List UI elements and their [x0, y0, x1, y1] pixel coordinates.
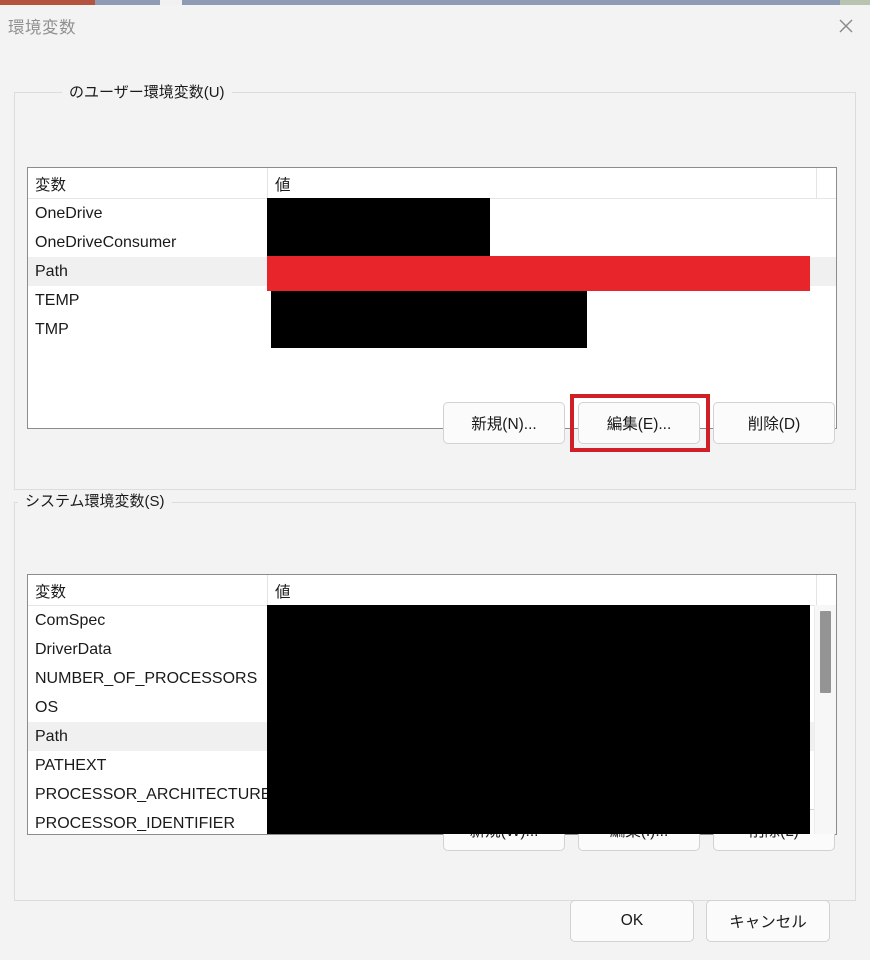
system-variables-list[interactable]: 変数 値 ComSpec DriverData NUMBER_OF_PROCES… [27, 574, 837, 835]
variable-name: Path [35, 262, 68, 280]
title-bar: 環境変数 [0, 5, 870, 47]
header-divider-1 [267, 168, 268, 198]
system-list-header: 変数 値 [28, 575, 836, 606]
redaction-bar-red [267, 256, 810, 291]
user-variables-list[interactable]: 変数 値 OneDrive OneDriveConsumer Path TEMP… [27, 167, 837, 429]
user-new-button[interactable]: 新規(N)... [443, 402, 565, 444]
system-column-header-variable[interactable]: 変数 [35, 580, 66, 602]
user-list-header: 変数 値 [28, 168, 836, 199]
user-column-header-variable[interactable]: 変数 [35, 173, 66, 195]
variable-name: DriverData [35, 640, 112, 658]
variable-name: TMP [35, 320, 69, 338]
variable-name: PROCESSOR_IDENTIFIER [35, 814, 236, 832]
redaction-bar-black [271, 291, 587, 348]
window-title: 環境変数 [8, 19, 76, 37]
user-edit-button[interactable]: 編集(E)... [578, 402, 700, 444]
header-divider-2 [816, 575, 817, 605]
variable-name: OS [35, 698, 59, 716]
variable-name: PATHEXT [35, 756, 107, 774]
variable-name: TEMP [35, 291, 80, 309]
ok-button[interactable]: OK [570, 900, 694, 942]
dialog-body: のユーザー環境変数(U) 変数 値 OneDrive OneDriveConsu… [0, 47, 870, 960]
variable-name: OneDriveConsumer [35, 233, 177, 251]
system-list-scrollbar[interactable] [814, 605, 836, 834]
variable-name: PROCESSOR_ARCHITECTURE [35, 785, 272, 803]
scrollbar-thumb[interactable] [820, 611, 831, 693]
system-variables-legend: システム環境変数(S) [18, 494, 172, 510]
redaction-bar-black [267, 605, 810, 834]
close-button[interactable] [822, 5, 870, 47]
header-divider-1 [267, 575, 268, 605]
variable-name: NUMBER_OF_PROCESSORS [35, 669, 258, 687]
redaction-bar-black [267, 198, 490, 256]
user-variables-legend: のユーザー環境変数(U) [62, 85, 232, 101]
cancel-button[interactable]: キャンセル [706, 900, 830, 942]
system-column-header-value[interactable]: 値 [275, 580, 291, 602]
close-icon [837, 17, 855, 35]
user-delete-button[interactable]: 削除(D) [713, 402, 835, 444]
user-column-header-value[interactable]: 値 [275, 173, 291, 195]
variable-name: Path [35, 727, 68, 745]
variable-name: ComSpec [35, 611, 106, 629]
header-divider-2 [816, 168, 817, 198]
variable-name: OneDrive [35, 204, 103, 222]
